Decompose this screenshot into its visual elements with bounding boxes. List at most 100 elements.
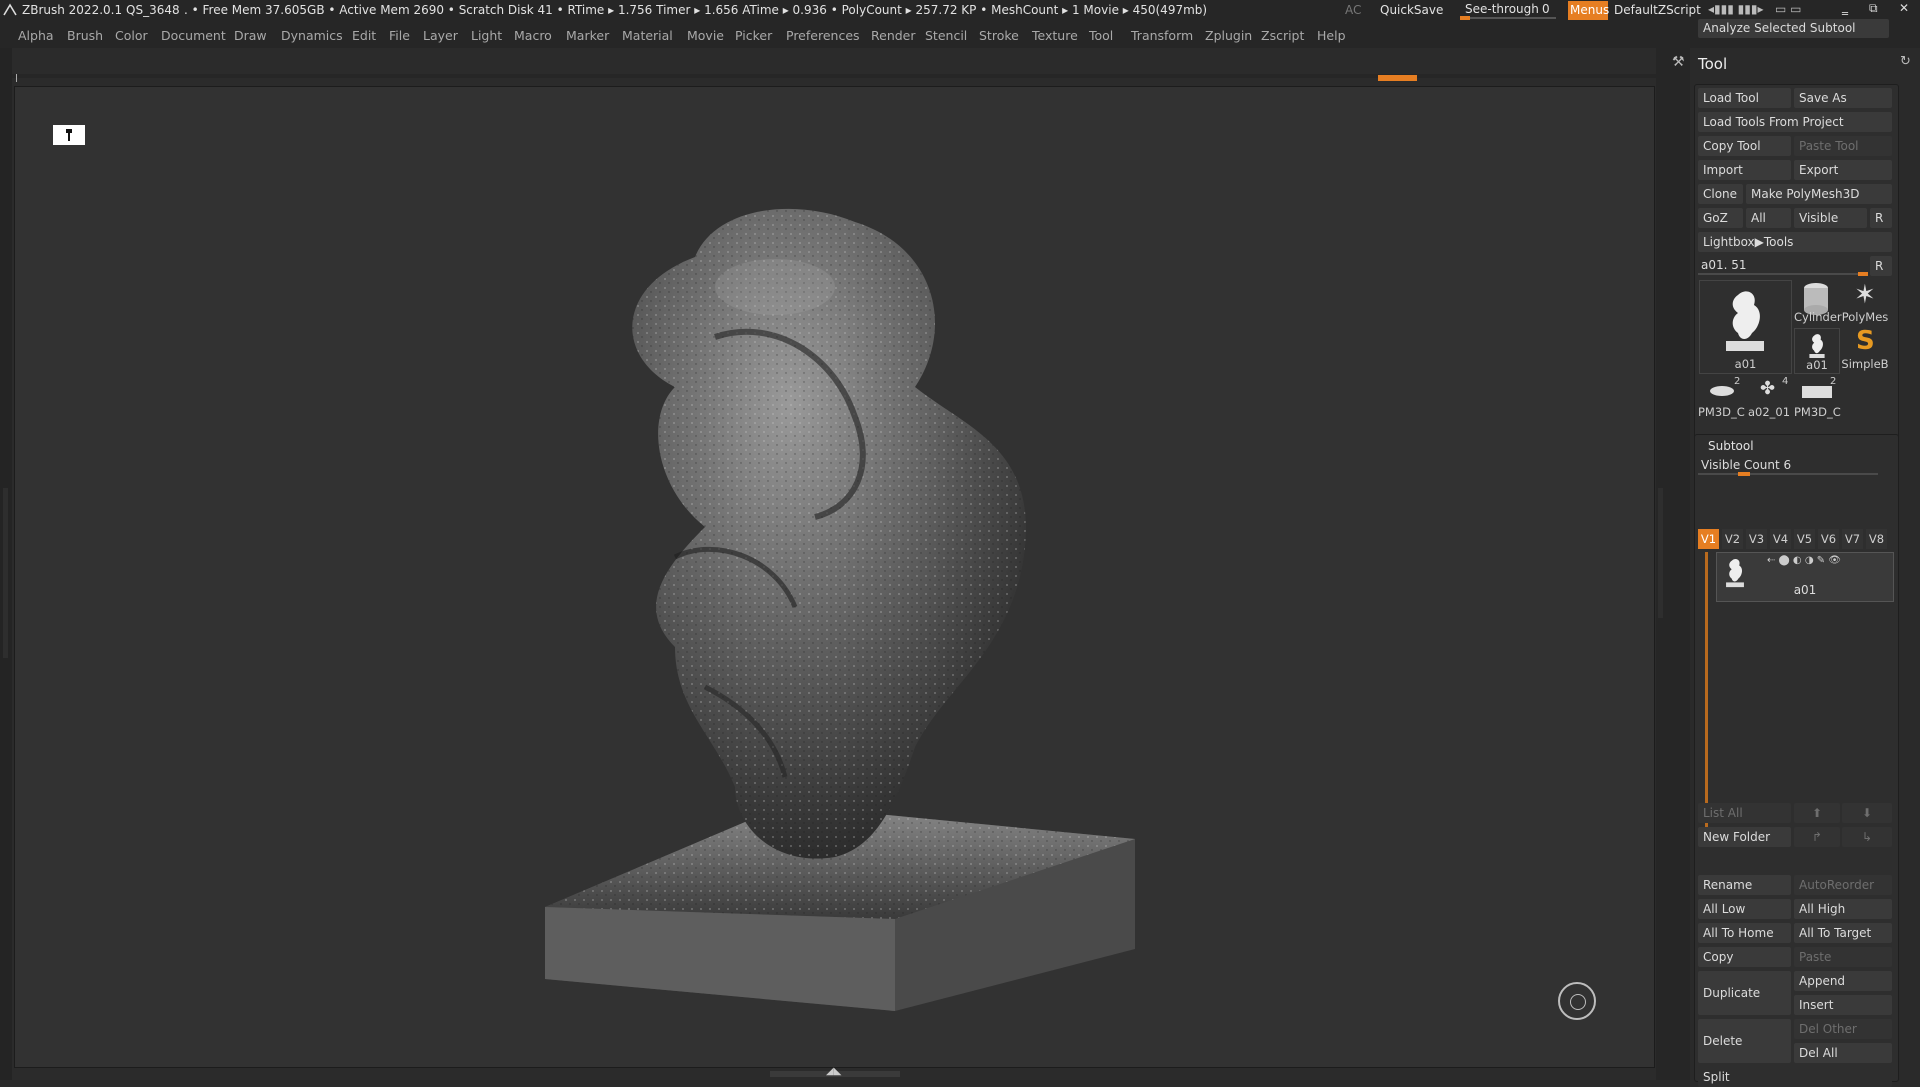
menu-item-light[interactable]: Light	[471, 28, 502, 43]
menu-item-file[interactable]: File	[389, 28, 410, 43]
visible-count-slider[interactable]: Visible Count 6	[1698, 456, 1878, 476]
rename-button[interactable]: Rename	[1698, 875, 1791, 895]
tool-thumb-simpleb[interactable]: S SimpleB	[1840, 326, 1890, 372]
menu-item-marker[interactable]: Marker	[566, 28, 609, 43]
menu-item-transform[interactable]: Transform	[1131, 28, 1193, 43]
close-icon[interactable]: ✕	[1899, 1, 1909, 15]
menu-item-help[interactable]: Help	[1317, 28, 1346, 43]
del-all-button[interactable]: Del All	[1794, 1043, 1892, 1063]
default-zscript-button[interactable]: DefaultZScript	[1614, 3, 1701, 17]
folder-out-icon[interactable]: ↳	[1842, 827, 1892, 847]
split-button[interactable]: Split	[1698, 1067, 1892, 1087]
menu-item-dynamics[interactable]: Dynamics	[281, 28, 343, 43]
menu-item-zscript[interactable]: Zscript	[1261, 28, 1304, 43]
make-polymesh3d-button[interactable]: Make PolyMesh3D	[1746, 184, 1892, 204]
analyze-selected-subtool-button[interactable]: Analyze Selected Subtool	[1698, 19, 1889, 38]
menu-item-color[interactable]: Color	[115, 28, 148, 43]
menus-toggle[interactable]: Menus	[1568, 1, 1609, 20]
subtool-list-scrollbar[interactable]	[1705, 552, 1708, 837]
menu-item-preferences[interactable]: Preferences	[786, 28, 860, 43]
save-as-button[interactable]: Save As	[1794, 88, 1892, 108]
tool-thumb-pm3d-2[interactable]: 2 PM3D_C	[1794, 376, 1841, 420]
subtool-tab-v2[interactable]: V2	[1722, 529, 1743, 549]
menu-item-texture[interactable]: Texture	[1032, 28, 1078, 43]
tool-thumb-a01-small[interactable]: a01	[1794, 328, 1840, 374]
subtool-item-controls-icon[interactable]: ⇠ ⬤ ◐ ◑ ✎ 👁	[1767, 555, 1841, 566]
goz-button[interactable]: GoZ	[1698, 208, 1743, 228]
menu-item-layer[interactable]: Layer	[423, 28, 458, 43]
tool-thumb-cylinder[interactable]: Cylinder	[1794, 280, 1842, 326]
subtool-tab-v5[interactable]: V5	[1794, 529, 1815, 549]
tool-thumb-a01-main[interactable]: a01	[1699, 280, 1792, 374]
menu-item-picker[interactable]: Picker	[735, 28, 772, 43]
all-to-target-button[interactable]: All To Target	[1794, 923, 1892, 943]
duplicate-button[interactable]: Duplicate	[1698, 971, 1791, 1015]
subtool-title[interactable]: Subtool	[1708, 439, 1754, 453]
copy-subtool-button[interactable]: Copy	[1698, 947, 1791, 967]
subtool-tab-v7[interactable]: V7	[1842, 529, 1863, 549]
lightbox-tools-button[interactable]: Lightbox▶Tools	[1698, 232, 1892, 252]
subtool-tab-v3[interactable]: V3	[1746, 529, 1767, 549]
palette-reset-icon[interactable]: ↻	[1900, 54, 1911, 69]
menu-item-material[interactable]: Material	[622, 28, 673, 43]
load-tools-from-project-button[interactable]: Load Tools From Project	[1698, 112, 1892, 132]
tool-thumb-a02[interactable]: ✤ 4 a02_01	[1746, 376, 1792, 420]
delete-button[interactable]: Delete	[1698, 1019, 1791, 1063]
quicksave-button[interactable]: QuickSave	[1380, 3, 1443, 17]
subtool-tab-v1[interactable]: V1	[1698, 529, 1719, 549]
menu-item-draw[interactable]: Draw	[234, 28, 267, 43]
menu-item-brush[interactable]: Brush	[67, 28, 103, 43]
navigation-gizmo[interactable]	[1558, 982, 1596, 1020]
ac-label[interactable]: AC	[1345, 3, 1361, 17]
clone-button[interactable]: Clone	[1698, 184, 1743, 204]
menu-item-alpha[interactable]: Alpha	[18, 28, 54, 43]
import-button[interactable]: Import	[1698, 160, 1791, 180]
window-layout-icon[interactable]: ▭ ▭	[1775, 2, 1802, 16]
menu-item-tool[interactable]: Tool	[1089, 28, 1113, 43]
goz-visible-button[interactable]: Visible	[1794, 208, 1867, 228]
minimize-icon[interactable]: ‗	[1842, 1, 1848, 15]
subtool-item-a01[interactable]: ⇠ ⬤ ◐ ◑ ✎ 👁 a01	[1716, 552, 1894, 602]
right-tray-handle[interactable]	[1658, 488, 1663, 618]
autoreorder-button[interactable]: AutoReorder	[1794, 875, 1892, 895]
menu-item-edit[interactable]: Edit	[352, 28, 376, 43]
menu-item-macro[interactable]: Macro	[514, 28, 552, 43]
all-low-button[interactable]: All Low	[1698, 899, 1791, 919]
list-all-button[interactable]: List All	[1698, 803, 1791, 823]
menu-item-stroke[interactable]: Stroke	[979, 28, 1019, 43]
subtool-tab-v8[interactable]: V8	[1866, 529, 1887, 549]
restore-icon[interactable]: ⧉	[1869, 1, 1878, 16]
move-up-icon[interactable]: ⬆	[1794, 803, 1840, 823]
left-tray-handle[interactable]	[3, 488, 8, 658]
current-tool-slider[interactable]: a01. 51	[1698, 256, 1868, 276]
load-tool-button[interactable]: Load Tool	[1698, 88, 1791, 108]
see-through-slider[interactable]: See-through 0	[1460, 0, 1556, 20]
subtool-tab-v4[interactable]: V4	[1770, 529, 1791, 549]
paste-tool-button[interactable]: Paste Tool	[1794, 136, 1892, 156]
subtool-tab-v6[interactable]: V6	[1818, 529, 1839, 549]
menu-item-stencil[interactable]: Stencil	[925, 28, 967, 43]
new-folder-button[interactable]: New Folder	[1698, 827, 1791, 847]
del-other-button[interactable]: Del Other	[1794, 1019, 1892, 1039]
menu-item-document[interactable]: Document	[161, 28, 226, 43]
menu-item-zplugin[interactable]: Zplugin	[1205, 28, 1252, 43]
goz-r-button[interactable]: R	[1870, 208, 1892, 228]
tool-thumb-pm3d-1[interactable]: 2 PM3D_C	[1698, 376, 1745, 420]
menu-item-render[interactable]: Render	[871, 28, 916, 43]
move-down-icon[interactable]: ⬇	[1842, 803, 1892, 823]
export-button[interactable]: Export	[1794, 160, 1892, 180]
append-button[interactable]: Append	[1794, 971, 1892, 991]
tool-thumb-polymesh[interactable]: ✶ PolyMes	[1840, 280, 1890, 326]
menu-item-movie[interactable]: Movie	[687, 28, 724, 43]
all-high-button[interactable]: All High	[1794, 899, 1892, 919]
insert-button[interactable]: Insert	[1794, 995, 1892, 1015]
copy-tool-button[interactable]: Copy Tool	[1698, 136, 1791, 156]
sculpture-model[interactable]	[15, 87, 1654, 1067]
paste-subtool-button[interactable]: Paste	[1794, 947, 1892, 967]
timeline-marker[interactable]	[1378, 75, 1417, 81]
bottom-tray-handle[interactable]: ◢◣	[770, 1066, 900, 1077]
layout-arrows-icon[interactable]: ◂▮▮▮ ▮▮▮▸	[1708, 2, 1763, 16]
current-tool-r-button[interactable]: R	[1870, 256, 1892, 276]
goz-all-button[interactable]: All	[1746, 208, 1791, 228]
canvas-viewport[interactable]	[14, 86, 1655, 1068]
